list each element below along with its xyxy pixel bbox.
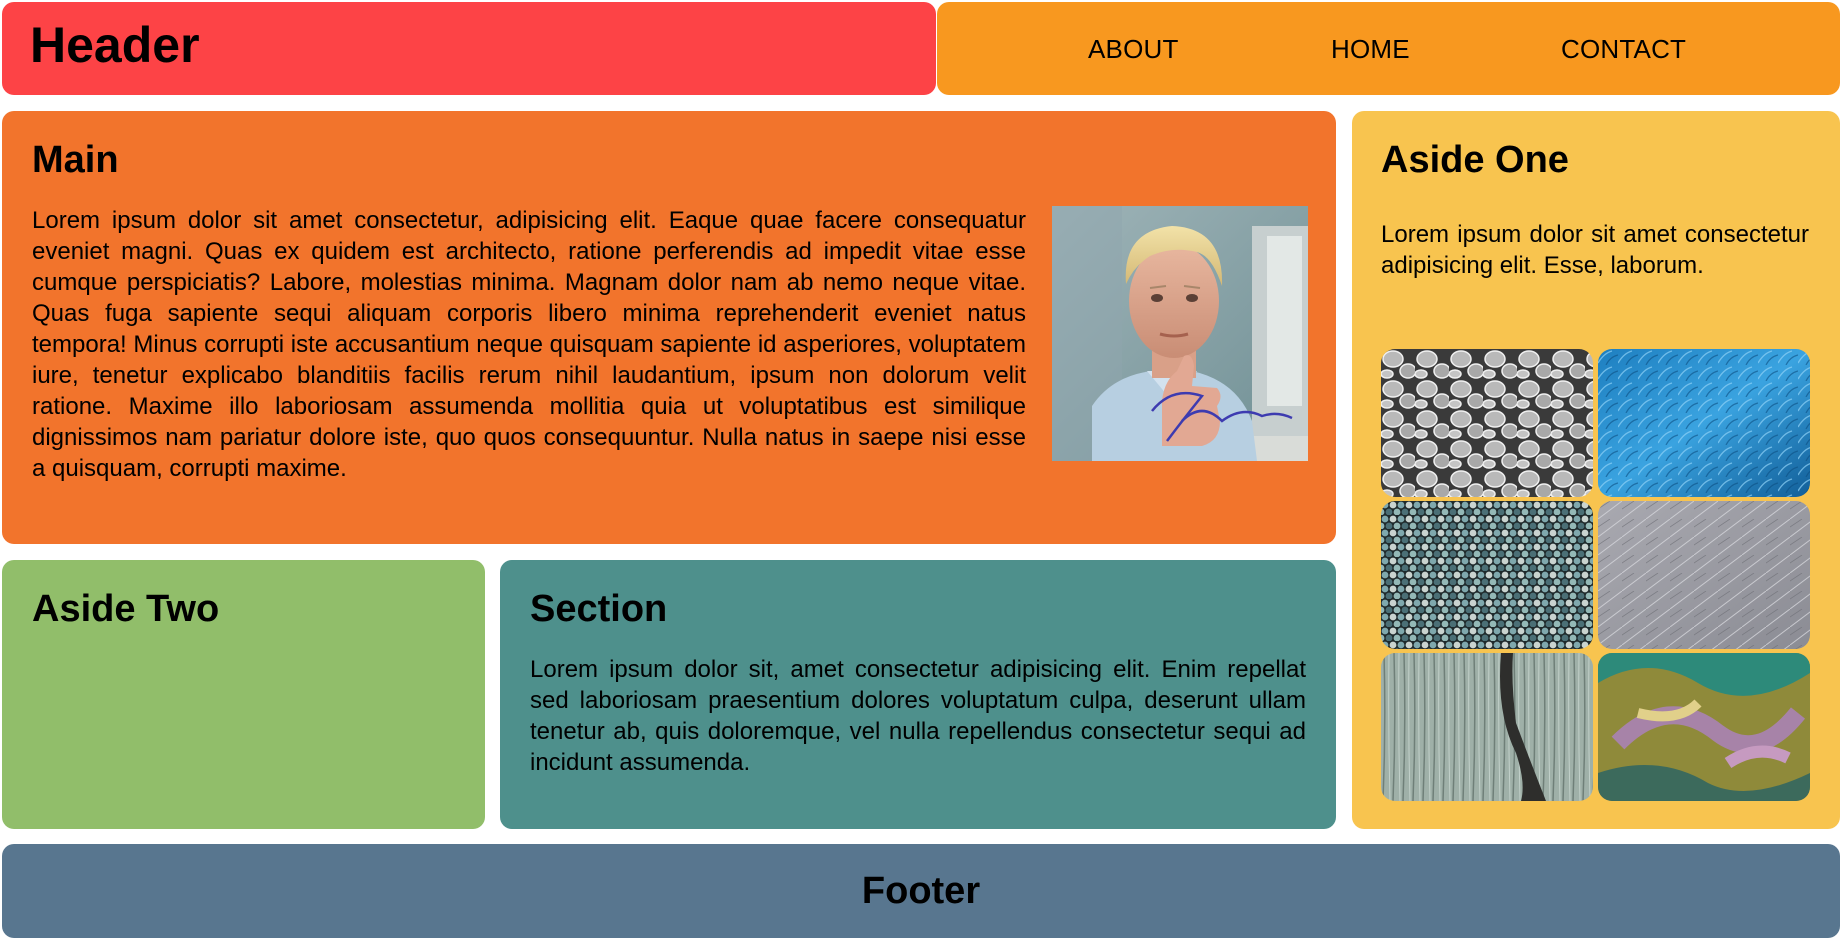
texture-tile-wood <box>1381 653 1593 801</box>
nav-link-about[interactable]: ABOUT <box>1088 34 1179 65</box>
nav-bar: ABOUT HOME CONTACT <box>937 2 1840 95</box>
main-title: Main <box>32 139 119 181</box>
main-region: Main Lorem ipsum dolor sit amet consecte… <box>2 111 1336 544</box>
texture-tile-scratched <box>1598 501 1810 649</box>
aside-one-title: Aside One <box>1381 139 1569 181</box>
aside-two-title: Aside Two <box>32 588 220 630</box>
footer-region: Footer <box>2 844 1840 938</box>
footer-title: Footer <box>861 869 981 912</box>
aside-two-region: Aside Two <box>2 560 485 829</box>
main-text: Lorem ipsum dolor sit amet consectetur, … <box>32 207 1026 482</box>
nav-link-home[interactable]: HOME <box>1331 34 1410 65</box>
aside-one-region: Aside One Lorem ipsum dolor sit amet con… <box>1352 111 1840 829</box>
page: Header ABOUT HOME CONTACT Main Lorem ips… <box>0 0 1842 940</box>
texture-tile-blue-fur <box>1598 349 1810 497</box>
header-title: Header <box>30 17 200 73</box>
thumbs-up-boy-photo <box>1052 206 1308 461</box>
texture-tile-mosaic <box>1381 501 1593 649</box>
section-text: Lorem ipsum dolor sit, amet consectetur … <box>530 656 1306 776</box>
texture-tile-paint <box>1598 653 1810 801</box>
aside-one-text: Lorem ipsum dolor sit amet consectetur a… <box>1381 221 1809 279</box>
section-region: Section Lorem ipsum dolor sit, amet cons… <box>500 560 1336 829</box>
nav-link-contact[interactable]: CONTACT <box>1561 34 1686 65</box>
header-region: Header <box>2 2 936 95</box>
texture-tile-pebble <box>1381 349 1593 497</box>
texture-gallery <box>1381 349 1811 801</box>
section-title: Section <box>530 588 668 630</box>
